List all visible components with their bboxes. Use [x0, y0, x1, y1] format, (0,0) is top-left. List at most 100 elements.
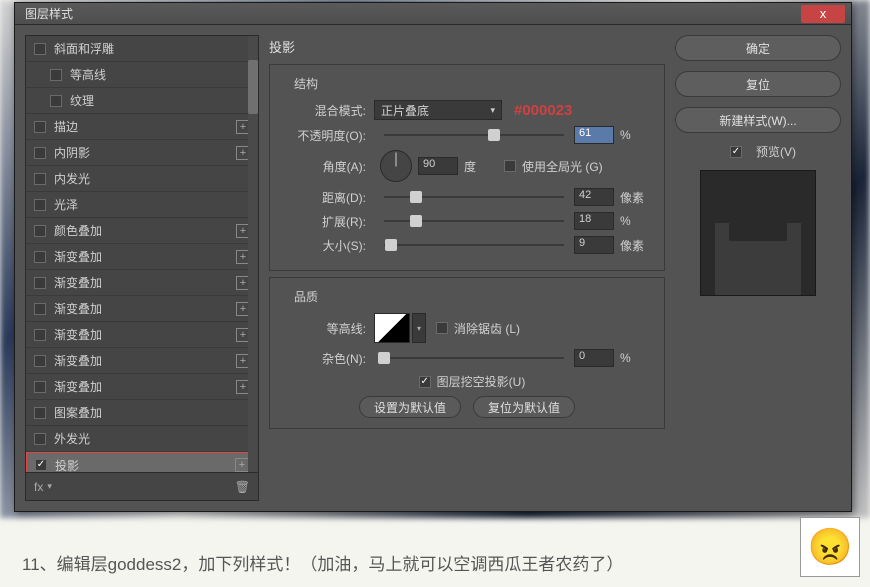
- antialias-label: 消除锯齿 (L): [454, 320, 520, 337]
- blend-label: 混合模式:: [284, 102, 366, 119]
- angle-label: 角度(A):: [284, 158, 366, 175]
- effect-checkbox[interactable]: [34, 433, 46, 445]
- scrollbar-thumb[interactable]: [248, 60, 258, 114]
- quality-fieldset: 品质 等高线: ▾ 消除锯齿 (L) 杂色(N): 0 % 图层挖空投影(U: [269, 277, 665, 429]
- plus-icon[interactable]: +: [235, 458, 249, 472]
- antialias-checkbox[interactable]: [436, 322, 448, 334]
- contour-label: 等高线:: [284, 320, 366, 337]
- effect-row-11[interactable]: 渐变叠加+: [26, 322, 258, 348]
- effect-label: 颜色叠加: [54, 222, 102, 239]
- effect-row-5[interactable]: 内发光: [26, 166, 258, 192]
- quality-legend: 品质: [284, 288, 650, 305]
- effect-label: 等高线: [70, 66, 106, 83]
- effect-label: 渐变叠加: [54, 352, 102, 369]
- preview-label: 预览(V): [756, 143, 796, 160]
- effect-checkbox[interactable]: [34, 303, 46, 315]
- distance-input[interactable]: 42: [574, 188, 614, 206]
- effect-label: 光泽: [54, 196, 78, 213]
- caption-text: 11、编辑层goddess2，加下列样式！（加油，马上就可以空调西瓜王者农药了）: [22, 550, 623, 575]
- trash-icon[interactable]: 🗑: [235, 480, 250, 494]
- ok-button[interactable]: 确定: [675, 35, 841, 61]
- global-light-checkbox[interactable]: [504, 160, 516, 172]
- spread-slider[interactable]: [384, 220, 564, 222]
- cancel-button[interactable]: 复位: [675, 71, 841, 97]
- effect-checkbox[interactable]: [34, 173, 46, 185]
- knockout-checkbox[interactable]: [419, 376, 431, 388]
- effect-checkbox[interactable]: [34, 251, 46, 263]
- effect-row-14[interactable]: 图案叠加: [26, 400, 258, 426]
- opacity-input[interactable]: 61: [574, 126, 614, 144]
- effect-checkbox[interactable]: [34, 121, 46, 133]
- close-button[interactable]: x: [801, 5, 845, 23]
- effect-label: 渐变叠加: [54, 300, 102, 317]
- effect-checkbox[interactable]: [34, 199, 46, 211]
- main-panel: 投影 结构 混合模式: 正片叠底▾ #000023 不透明度(O): 61 %: [269, 35, 665, 501]
- noise-slider[interactable]: [384, 357, 564, 359]
- effect-checkbox[interactable]: [50, 95, 62, 107]
- structure-legend: 结构: [284, 75, 650, 92]
- reset-default-button[interactable]: 复位为默认值: [473, 396, 575, 418]
- effect-row-2[interactable]: 纹理: [26, 88, 258, 114]
- effect-label: 内发光: [54, 170, 90, 187]
- angle-input[interactable]: 90: [418, 157, 458, 175]
- effect-checkbox[interactable]: [34, 277, 46, 289]
- effect-checkbox[interactable]: [34, 147, 46, 159]
- size-slider[interactable]: [384, 244, 564, 246]
- effect-row-15[interactable]: 外发光: [26, 426, 258, 452]
- effect-label: 描边: [54, 118, 78, 135]
- effect-checkbox[interactable]: [34, 43, 46, 55]
- size-label: 大小(S):: [284, 237, 366, 254]
- effect-row-6[interactable]: 光泽: [26, 192, 258, 218]
- effect-label: 渐变叠加: [54, 248, 102, 265]
- preview-checkbox[interactable]: [730, 146, 742, 158]
- new-style-button[interactable]: 新建样式(W)...: [675, 107, 841, 133]
- effect-row-8[interactable]: 渐变叠加+: [26, 244, 258, 270]
- effect-row-9[interactable]: 渐变叠加+: [26, 270, 258, 296]
- effect-row-12[interactable]: 渐变叠加+: [26, 348, 258, 374]
- effect-checkbox[interactable]: [34, 381, 46, 393]
- effect-label: 纹理: [70, 92, 94, 109]
- titlebar: 图层样式 x: [15, 3, 851, 25]
- sidebar-footer: fx▾ 🗑: [26, 472, 258, 500]
- make-default-button[interactable]: 设置为默认值: [359, 396, 461, 418]
- effect-row-16[interactable]: 投影+: [26, 452, 258, 472]
- right-column: 确定 复位 新建样式(W)... 预览(V): [675, 35, 841, 501]
- effect-row-4[interactable]: 内阴影+: [26, 140, 258, 166]
- structure-fieldset: 结构 混合模式: 正片叠底▾ #000023 不透明度(O): 61 % 角度(…: [269, 64, 665, 271]
- fx-label[interactable]: fx: [34, 480, 43, 494]
- layer-style-dialog: 图层样式 x 斜面和浮雕等高线纹理描边+内阴影+内发光光泽颜色叠加+渐变叠加+渐…: [14, 2, 852, 512]
- blend-mode-select[interactable]: 正片叠底▾: [374, 100, 502, 120]
- distance-label: 距离(D):: [284, 189, 366, 206]
- scrollbar-track[interactable]: [248, 36, 258, 472]
- contour-swatch[interactable]: [374, 313, 410, 343]
- opacity-slider[interactable]: [384, 134, 564, 136]
- effect-checkbox[interactable]: [34, 355, 46, 367]
- effect-label: 内阴影: [54, 144, 90, 161]
- size-input[interactable]: 9: [574, 236, 614, 254]
- effect-label: 斜面和浮雕: [54, 40, 114, 57]
- effect-row-3[interactable]: 描边+: [26, 114, 258, 140]
- effect-checkbox[interactable]: [34, 329, 46, 341]
- effect-checkbox[interactable]: [35, 459, 47, 471]
- effect-row-10[interactable]: 渐变叠加+: [26, 296, 258, 322]
- contour-dropdown[interactable]: ▾: [412, 313, 426, 343]
- effect-row-13[interactable]: 渐变叠加+: [26, 374, 258, 400]
- effect-checkbox[interactable]: [50, 69, 62, 81]
- effects-sidebar: 斜面和浮雕等高线纹理描边+内阴影+内发光光泽颜色叠加+渐变叠加+渐变叠加+渐变叠…: [25, 35, 259, 501]
- opacity-label: 不透明度(O):: [284, 127, 366, 144]
- spread-input[interactable]: 18: [574, 212, 614, 230]
- effect-label: 图案叠加: [54, 404, 102, 421]
- effect-row-7[interactable]: 颜色叠加+: [26, 218, 258, 244]
- effect-row-1[interactable]: 等高线: [26, 62, 258, 88]
- effect-row-0[interactable]: 斜面和浮雕: [26, 36, 258, 62]
- spread-label: 扩展(R):: [284, 213, 366, 230]
- angle-dial[interactable]: [380, 150, 412, 182]
- effect-label: 渐变叠加: [54, 326, 102, 343]
- effect-checkbox[interactable]: [34, 225, 46, 237]
- effect-label: 渐变叠加: [54, 274, 102, 291]
- distance-slider[interactable]: [384, 196, 564, 198]
- noise-input[interactable]: 0: [574, 349, 614, 367]
- color-hex: #000023: [514, 102, 572, 119]
- effect-checkbox[interactable]: [34, 407, 46, 419]
- dialog-title: 图层样式: [15, 5, 73, 22]
